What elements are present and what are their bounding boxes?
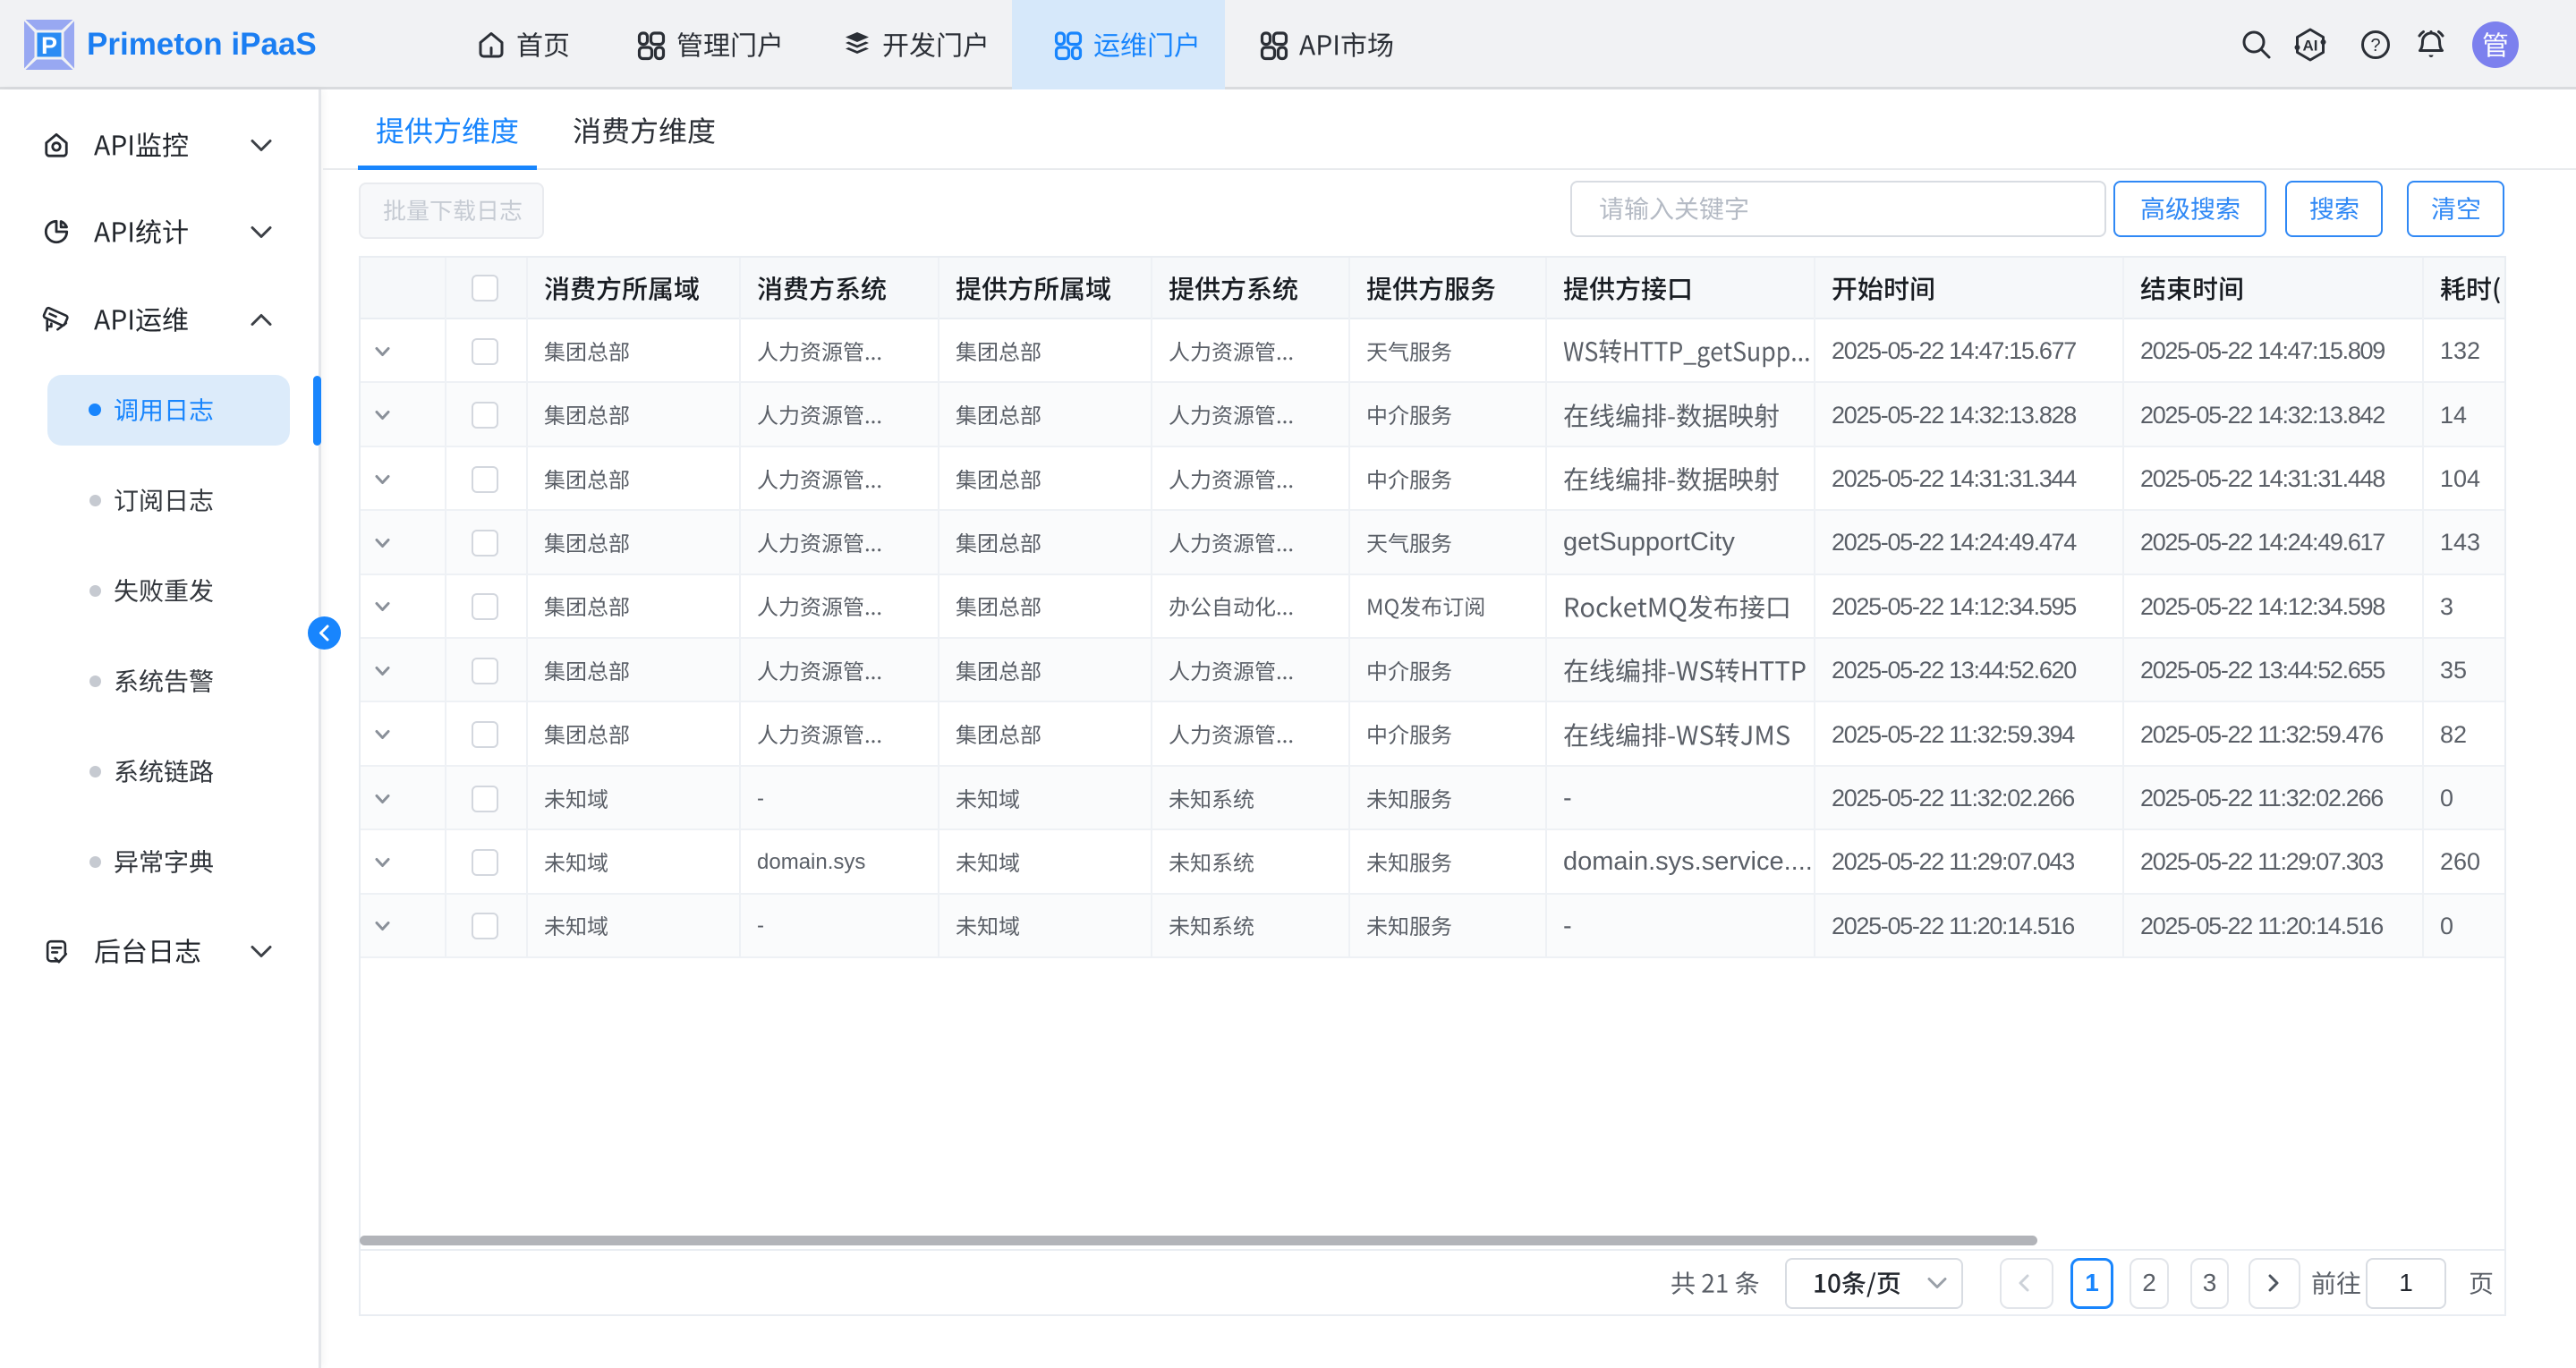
svg-text:?: ?: [2370, 36, 2380, 55]
svg-text:P: P: [41, 32, 57, 59]
svg-text:AI: AI: [2303, 38, 2318, 55]
